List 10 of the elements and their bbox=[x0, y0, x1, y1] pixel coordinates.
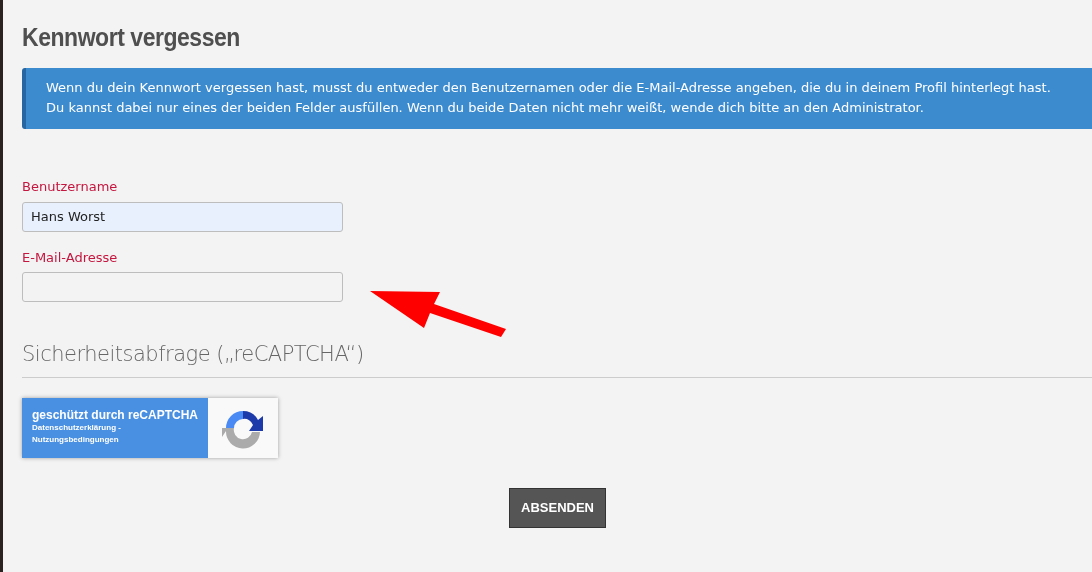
page-title: Kennwort vergessen bbox=[22, 22, 240, 52]
recaptcha-title: geschützt durch reCAPTCHA bbox=[32, 408, 199, 423]
field-label: E-Mail-Adresse bbox=[22, 248, 119, 267]
input-field[interactable] bbox=[22, 272, 343, 302]
input-field[interactable]: Hans Worst bbox=[22, 201, 343, 232]
section-heading: Sicherheitsabfrage („reCAPTCHA“) bbox=[22, 342, 365, 368]
alert-text: Wenn du dein Kennwort vergessen hast, musst du entweder den Benutzernamen oder die E-Mail-Adresse angeben, die du in deinem Profil hinterlegt hast. bbox=[46, 79, 1052, 97]
submit-button[interactable]: ABSENDEN bbox=[509, 488, 606, 529]
alert-text: Du kannst dabei nur eines der beiden Felder ausfüllen. Wenn du beide Daten nicht mehr weißt, wende dich bitte an den Administrator. bbox=[46, 99, 925, 117]
field-label: Benutzername bbox=[22, 178, 119, 196]
